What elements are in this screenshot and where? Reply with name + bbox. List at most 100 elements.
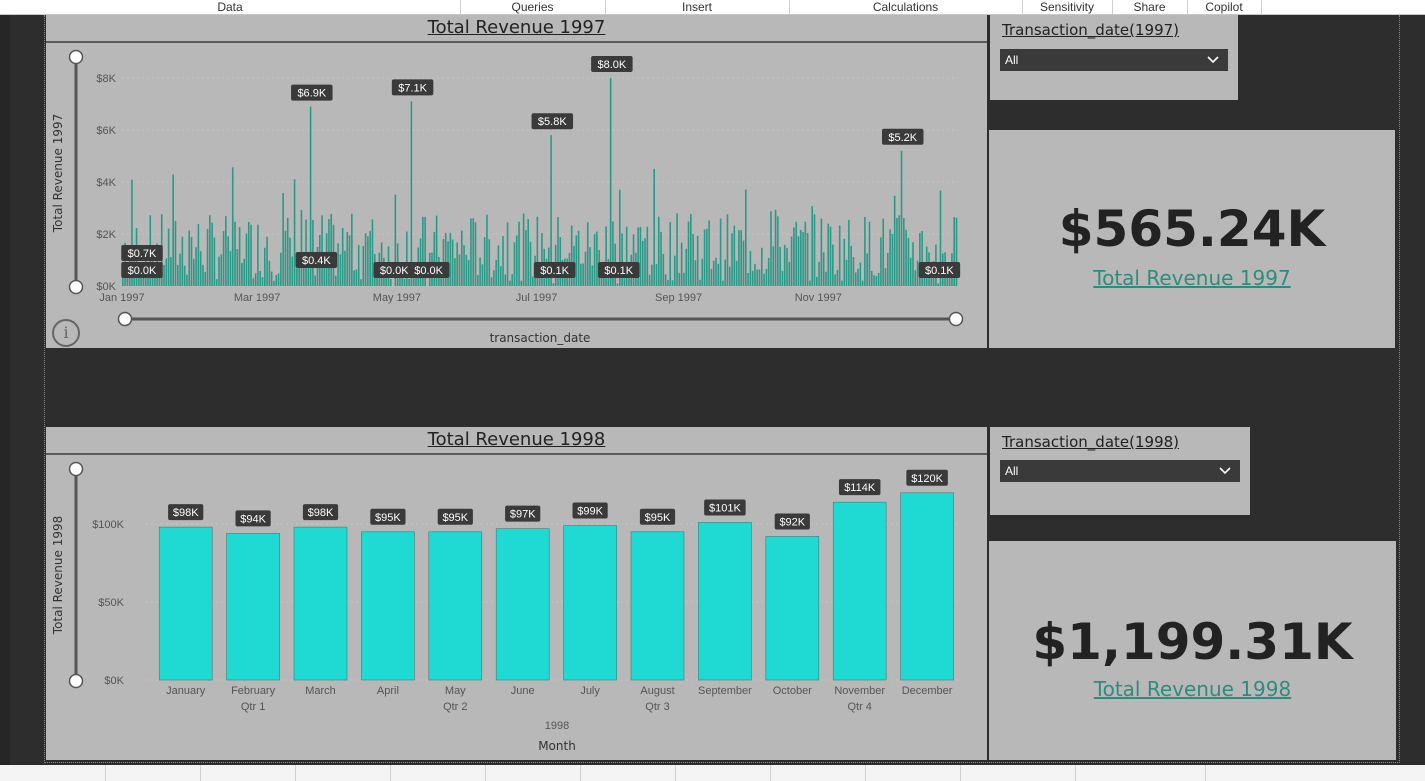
revenue-bar	[868, 221, 871, 286]
page-tab[interactable]	[485, 765, 581, 781]
revenue-bar	[630, 531, 685, 681]
page-tab[interactable]	[580, 765, 676, 781]
revenue-bar	[639, 226, 642, 286]
page-tab[interactable]	[0, 765, 106, 781]
revenue-bar	[744, 189, 747, 286]
y-range-slider-handle-start[interactable]	[68, 49, 84, 65]
revenue-bar	[687, 221, 690, 286]
revenue-bar	[479, 257, 481, 286]
x-tick-label: February	[231, 685, 276, 697]
revenue-bar	[174, 221, 177, 286]
revenue-bar	[783, 244, 786, 286]
revenue-bar	[170, 257, 172, 286]
y-range-slider-handle-start[interactable]	[68, 461, 84, 477]
x-range-slider-handle-end[interactable]	[948, 311, 964, 327]
data-label: $8.0K	[597, 59, 626, 71]
data-label-box: $0.4K	[295, 252, 338, 268]
data-label-box: $0.0K	[407, 262, 450, 278]
revenue-bar	[226, 533, 280, 681]
y-range-slider-handle-end[interactable]	[68, 279, 84, 295]
data-label: $95K	[442, 512, 468, 524]
ribbon-tab-queries[interactable]: Queries	[460, 0, 606, 14]
revenue-bar	[724, 259, 726, 286]
revenue-bar	[861, 280, 864, 286]
revenue-bar	[522, 213, 525, 286]
revenue-bar	[335, 275, 337, 286]
revenue-bar	[364, 233, 367, 286]
revenue-bar	[575, 235, 578, 286]
info-icon[interactable]: i	[52, 319, 80, 347]
ribbon-tab-copilot[interactable]: Copilot	[1187, 0, 1262, 14]
revenue-bar	[903, 217, 905, 286]
chart-1998-svg: $0K $50K $100K $98K January $94K February Qtr 1…	[51, 461, 958, 753]
revenue-bar	[836, 269, 839, 286]
page-tab[interactable]	[865, 765, 961, 781]
data-label: $0.0K	[380, 265, 409, 277]
revenue-bar	[339, 254, 342, 286]
data-label: $95K	[375, 512, 401, 524]
card-1997-label: Total Revenue 1997	[1093, 266, 1291, 290]
revenue-bar	[229, 250, 232, 286]
revenue-bar	[470, 218, 472, 286]
revenue-bar	[900, 492, 954, 681]
revenue-bar	[916, 260, 919, 286]
data-label-box: $95K	[437, 508, 473, 525]
page-tab[interactable]	[770, 765, 866, 781]
revenue-bar	[646, 226, 649, 286]
page-tab[interactable]	[200, 765, 296, 781]
revenue-bar	[596, 231, 598, 286]
data-label-box: $98K	[168, 504, 204, 521]
revenue-bar	[870, 270, 873, 286]
revenue-bar	[541, 232, 543, 286]
revenue-bar	[728, 266, 731, 286]
ribbon-tab-data[interactable]: Data	[0, 0, 461, 14]
revenue-bar	[254, 273, 257, 286]
page-tab[interactable]	[675, 765, 771, 781]
data-label: $0.0K	[128, 265, 157, 277]
data-label-box: $0.1K	[597, 262, 640, 278]
page-tab[interactable]	[295, 765, 391, 781]
revenue-bar	[289, 237, 291, 286]
revenue-bar	[667, 279, 669, 286]
y-range-slider-handle-end[interactable]	[68, 673, 84, 689]
revenue-bar	[738, 230, 740, 286]
revenue-bar	[832, 244, 834, 286]
x-range-slider-handle-start[interactable]	[117, 311, 133, 327]
revenue-bar	[264, 247, 266, 286]
data-label: $0.4K	[302, 255, 331, 267]
x-tick-label: Jul 1997	[516, 292, 558, 304]
chart-1998-panel[interactable]: Total Revenue 1998 $0K $50K $100K $98K Janua…	[46, 427, 987, 760]
page-tab[interactable]	[105, 765, 201, 781]
ribbon-tab-calculations[interactable]: Calculations	[789, 0, 1023, 14]
data-label-box: $0.0K	[121, 262, 163, 278]
x-tick-label: August	[640, 685, 674, 697]
revenue-bar	[653, 168, 655, 286]
page-tab[interactable]	[1075, 765, 1206, 781]
x-axis-title: Month	[538, 739, 576, 753]
ribbon-tab-insert[interactable]: Insert	[605, 0, 790, 14]
ribbon-tab-share[interactable]: Share	[1112, 0, 1188, 14]
page-tab[interactable]	[960, 765, 1076, 781]
revenue-bar	[680, 242, 683, 286]
ribbon-tab-sensitivity[interactable]: Sensitivity	[1022, 0, 1113, 14]
revenue-bar	[822, 252, 825, 286]
y-tick-label: $2K	[96, 229, 116, 241]
page-tab[interactable]	[390, 765, 486, 781]
revenue-bar	[525, 230, 527, 286]
revenue-bar	[586, 222, 589, 286]
x-tick-label: March	[305, 685, 336, 697]
slicer-1998-dropdown[interactable]: All	[1000, 460, 1240, 482]
revenue-bar	[197, 224, 200, 286]
slicer-1997-dropdown[interactable]: All	[1000, 49, 1228, 71]
revenue-bar	[845, 259, 848, 286]
revenue-bar	[477, 274, 479, 286]
y-tick-label: $0K	[104, 675, 124, 687]
revenue-bar	[843, 238, 846, 286]
chart-1997-panel[interactable]: Total Revenue 1997 $0K $2K $4K $6K $8K Jan 19…	[46, 15, 987, 348]
revenue-bar	[460, 230, 463, 286]
revenue-bar	[234, 221, 236, 286]
quarter-label: Qtr 3	[645, 701, 669, 713]
revenue-bar	[866, 253, 868, 286]
revenue-bar	[919, 232, 921, 286]
revenue-bar	[488, 239, 491, 286]
